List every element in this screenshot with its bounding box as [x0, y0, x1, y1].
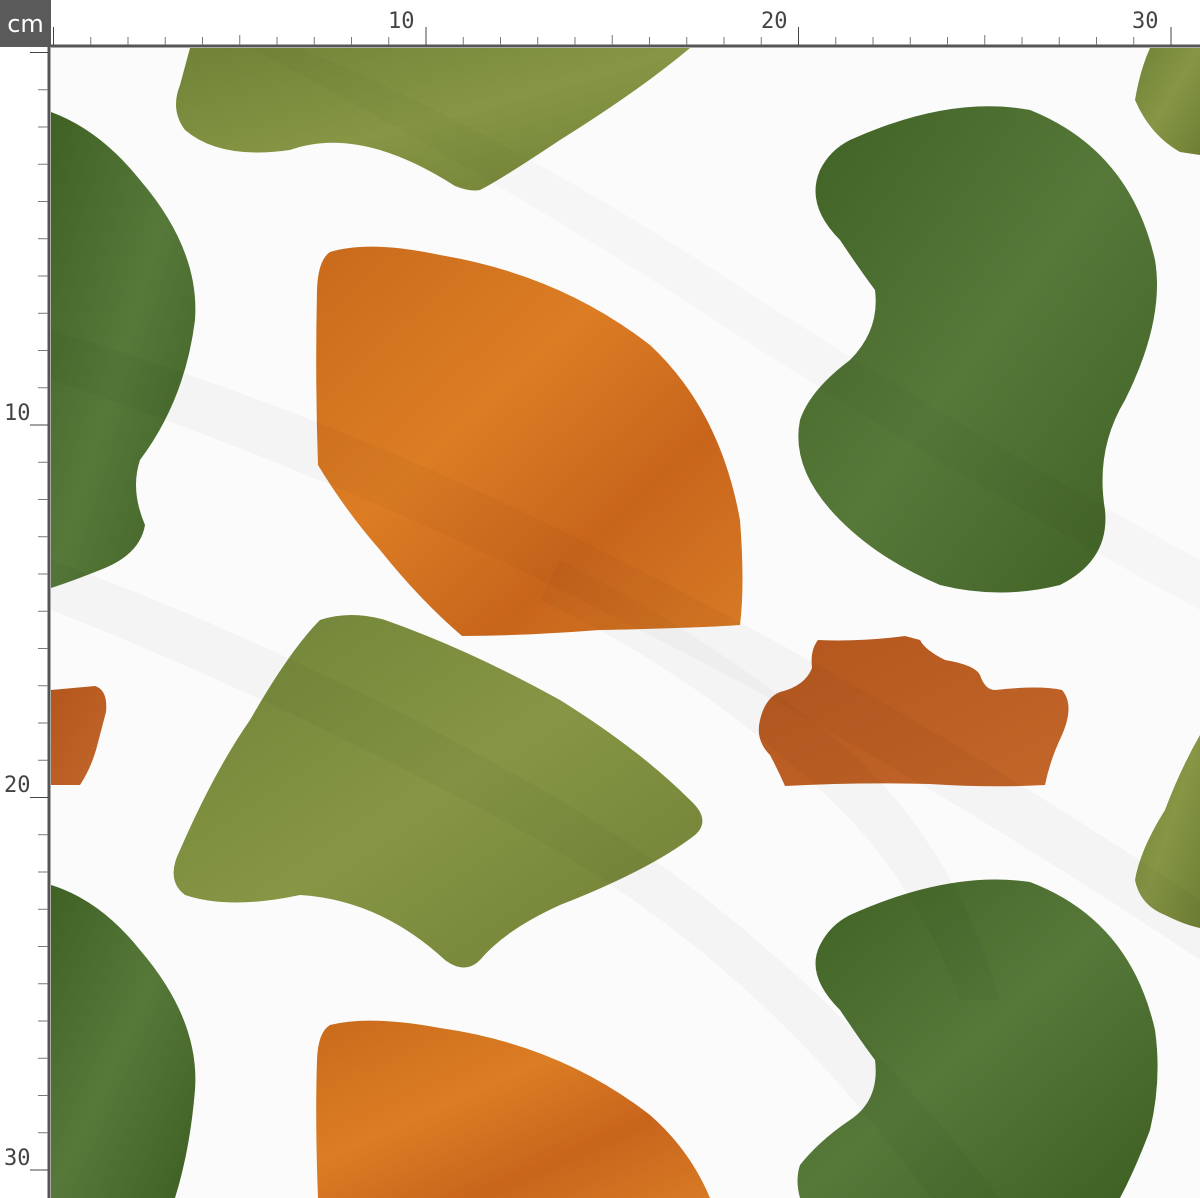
fabric-swatch — [51, 48, 1200, 1198]
top-ruler-label-30: 30 — [1132, 9, 1159, 34]
left-ruler: 10 20 30 — [0, 47, 51, 1198]
left-ruler-label-20: 20 — [4, 773, 31, 798]
top-ruler-label-10: 10 — [388, 9, 415, 34]
left-ruler-label-30: 30 — [4, 1146, 31, 1171]
top-ruler: 10 20 30 — [51, 0, 1200, 48]
unit-label: cm — [0, 0, 51, 47]
left-ruler-label-10: 10 — [4, 401, 31, 426]
top-ruler-label-20: 20 — [761, 9, 788, 34]
